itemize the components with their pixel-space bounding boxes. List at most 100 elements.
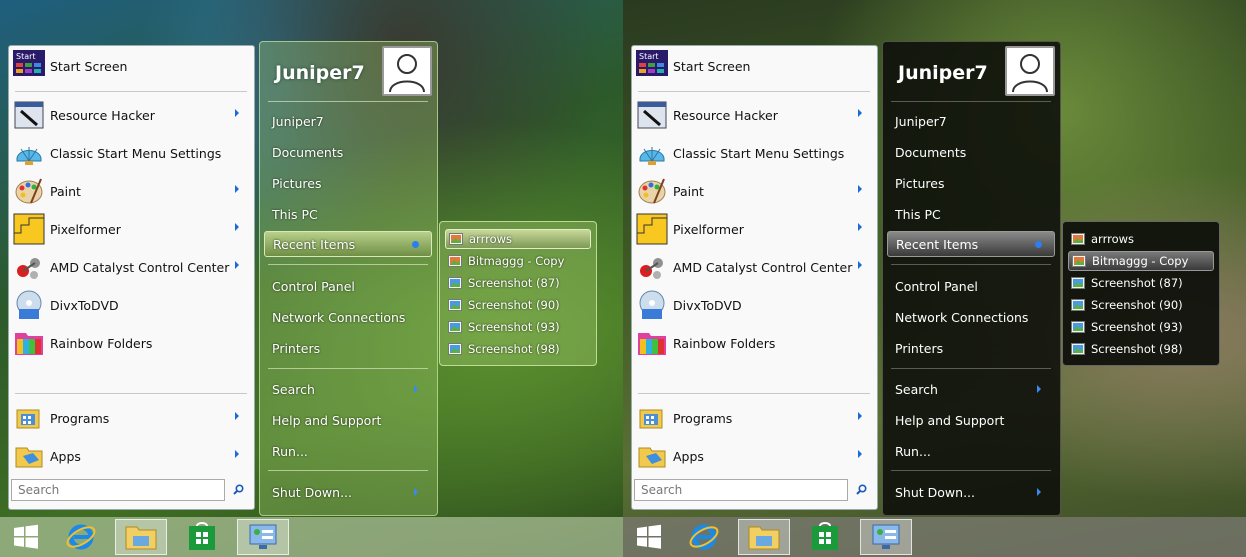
program-item[interactable]: Pixelformer <box>13 212 251 246</box>
program-label: Classic Start Menu Settings <box>673 145 845 161</box>
recent-file-item[interactable]: Screenshot (87) <box>445 273 591 293</box>
user-avatar[interactable] <box>1005 46 1055 96</box>
juniper7-folder-item[interactable]: Juniper7 <box>887 108 1055 134</box>
program-item[interactable]: Rainbow Folders <box>636 326 874 360</box>
internet-explorer-button[interactable] <box>55 519 107 555</box>
apps-item[interactable]: Apps <box>636 439 874 473</box>
pixelformer-icon <box>636 213 668 245</box>
help-support-item[interactable]: Help and Support <box>264 407 432 433</box>
menu-item-label: Recent Items <box>896 236 979 252</box>
paint-palette-icon <box>13 175 45 207</box>
store-button[interactable] <box>799 519 851 555</box>
recent-file-label: arrrows <box>1091 232 1135 246</box>
help-support-item[interactable]: Help and Support <box>887 407 1055 433</box>
start-button[interactable] <box>0 519 52 555</box>
program-item[interactable]: Paint <box>13 174 251 208</box>
pictures-item[interactable]: Pictures <box>264 170 432 196</box>
program-item[interactable]: Paint <box>636 174 874 208</box>
svg-text:Start: Start <box>16 52 36 61</box>
recent-file-item[interactable]: Screenshot (98) <box>1068 339 1214 359</box>
user-avatar[interactable] <box>382 46 432 96</box>
menu-item-label: This PC <box>895 206 941 222</box>
program-item[interactable]: AMD Catalyst Control Center <box>13 250 251 284</box>
apps-label: Apps <box>673 448 704 464</box>
search-icon[interactable] <box>856 484 867 495</box>
menu-item-label: Search <box>895 381 938 397</box>
recent-file-item[interactable]: Screenshot (90) <box>1068 295 1214 315</box>
programs-item[interactable]: Programs <box>636 401 874 435</box>
shut-down-item[interactable]: Shut Down... <box>887 479 1055 505</box>
run-item[interactable]: Run... <box>264 438 432 464</box>
menu-item-label: Shut Down... <box>895 484 975 500</box>
menu-item-label: Shut Down... <box>272 484 352 500</box>
recent-file-item[interactable]: arrrows <box>1068 229 1214 249</box>
program-item[interactable]: Pixelformer <box>636 212 874 246</box>
program-item[interactable]: Rainbow Folders <box>13 326 251 360</box>
apps-item[interactable]: Apps <box>13 439 251 473</box>
run-item[interactable]: Run... <box>887 438 1055 464</box>
separator <box>268 101 428 102</box>
printers-item[interactable]: Printers <box>264 335 432 361</box>
recent-file-item[interactable]: Screenshot (98) <box>445 339 591 359</box>
separator <box>891 101 1051 102</box>
program-item[interactable]: DivxToDVD <box>636 288 874 322</box>
program-label: Rainbow Folders <box>50 335 153 351</box>
start-menu-programs-panel: Programs Apps Search Start Start Screen Re… <box>8 45 255 510</box>
chevron-right-icon <box>858 109 862 117</box>
this-pc-item[interactable]: This PC <box>264 201 432 227</box>
juniper7-folder-item[interactable]: Juniper7 <box>264 108 432 134</box>
internet-explorer-button[interactable] <box>678 519 730 555</box>
network-connections-item[interactable]: Network Connections <box>264 304 432 330</box>
program-item[interactable]: AMD Catalyst Control Center <box>636 250 874 284</box>
recent-file-item[interactable]: Screenshot (93) <box>1068 317 1214 337</box>
pictures-item[interactable]: Pictures <box>887 170 1055 196</box>
png-image-icon <box>448 277 462 289</box>
printers-item[interactable]: Printers <box>887 335 1055 361</box>
recent-items-item[interactable]: Recent Items <box>887 231 1055 257</box>
menu-item-label: Printers <box>895 340 944 356</box>
menu-item-label: Control Panel <box>895 278 978 294</box>
program-item[interactable]: Classic Start Menu Settings <box>636 136 874 170</box>
menu-item-label: Documents <box>895 144 967 160</box>
search-item[interactable]: Search <box>887 376 1055 402</box>
recent-file-label: Screenshot (87) <box>1091 276 1183 290</box>
documents-item[interactable]: Documents <box>264 139 432 165</box>
documents-item[interactable]: Documents <box>887 139 1055 165</box>
program-item[interactable]: Classic Start Menu Settings <box>13 136 251 170</box>
this-pc-item[interactable]: This PC <box>887 201 1055 227</box>
file-explorer-button[interactable] <box>115 519 167 555</box>
program-item[interactable]: DivxToDVD <box>13 288 251 322</box>
search-input[interactable]: Search <box>11 479 225 501</box>
recent-file-item[interactable]: arrrows <box>445 229 591 249</box>
search-input[interactable]: Search <box>634 479 848 501</box>
search-item[interactable]: Search <box>264 376 432 402</box>
recent-file-item[interactable]: Screenshot (90) <box>445 295 591 315</box>
recent-items-item[interactable]: Recent Items <box>264 231 432 257</box>
programs-item[interactable]: Programs <box>13 401 251 435</box>
store-button[interactable] <box>176 519 228 555</box>
apps-folder-icon <box>13 440 45 472</box>
start-button[interactable] <box>623 519 675 555</box>
shell-icon <box>13 137 45 169</box>
network-connections-item[interactable]: Network Connections <box>887 304 1055 330</box>
chevron-right-icon <box>235 261 239 269</box>
programs-label: Programs <box>50 410 110 426</box>
program-item[interactable]: Start Start Screen <box>636 49 874 83</box>
program-item[interactable]: Start Start Screen <box>13 49 251 83</box>
recent-file-label: Screenshot (98) <box>1091 342 1183 356</box>
search-icon[interactable] <box>233 484 244 495</box>
shut-down-item[interactable]: Shut Down... <box>264 479 432 505</box>
program-item[interactable]: Resource Hacker <box>636 98 874 132</box>
control-panel-item[interactable]: Control Panel <box>264 273 432 299</box>
control-panel-button[interactable] <box>237 519 289 555</box>
control-panel-item[interactable]: Control Panel <box>887 273 1055 299</box>
program-item[interactable]: Resource Hacker <box>13 98 251 132</box>
recent-file-item[interactable]: Screenshot (87) <box>1068 273 1214 293</box>
control-panel-button[interactable] <box>860 519 912 555</box>
menu-item-label: Network Connections <box>272 309 406 325</box>
recent-file-item[interactable]: Bitmaggg - Copy <box>445 251 591 271</box>
program-label: Paint <box>673 183 704 199</box>
file-explorer-button[interactable] <box>738 519 790 555</box>
recent-file-item[interactable]: Bitmaggg - Copy <box>1068 251 1214 271</box>
recent-file-item[interactable]: Screenshot (93) <box>445 317 591 337</box>
